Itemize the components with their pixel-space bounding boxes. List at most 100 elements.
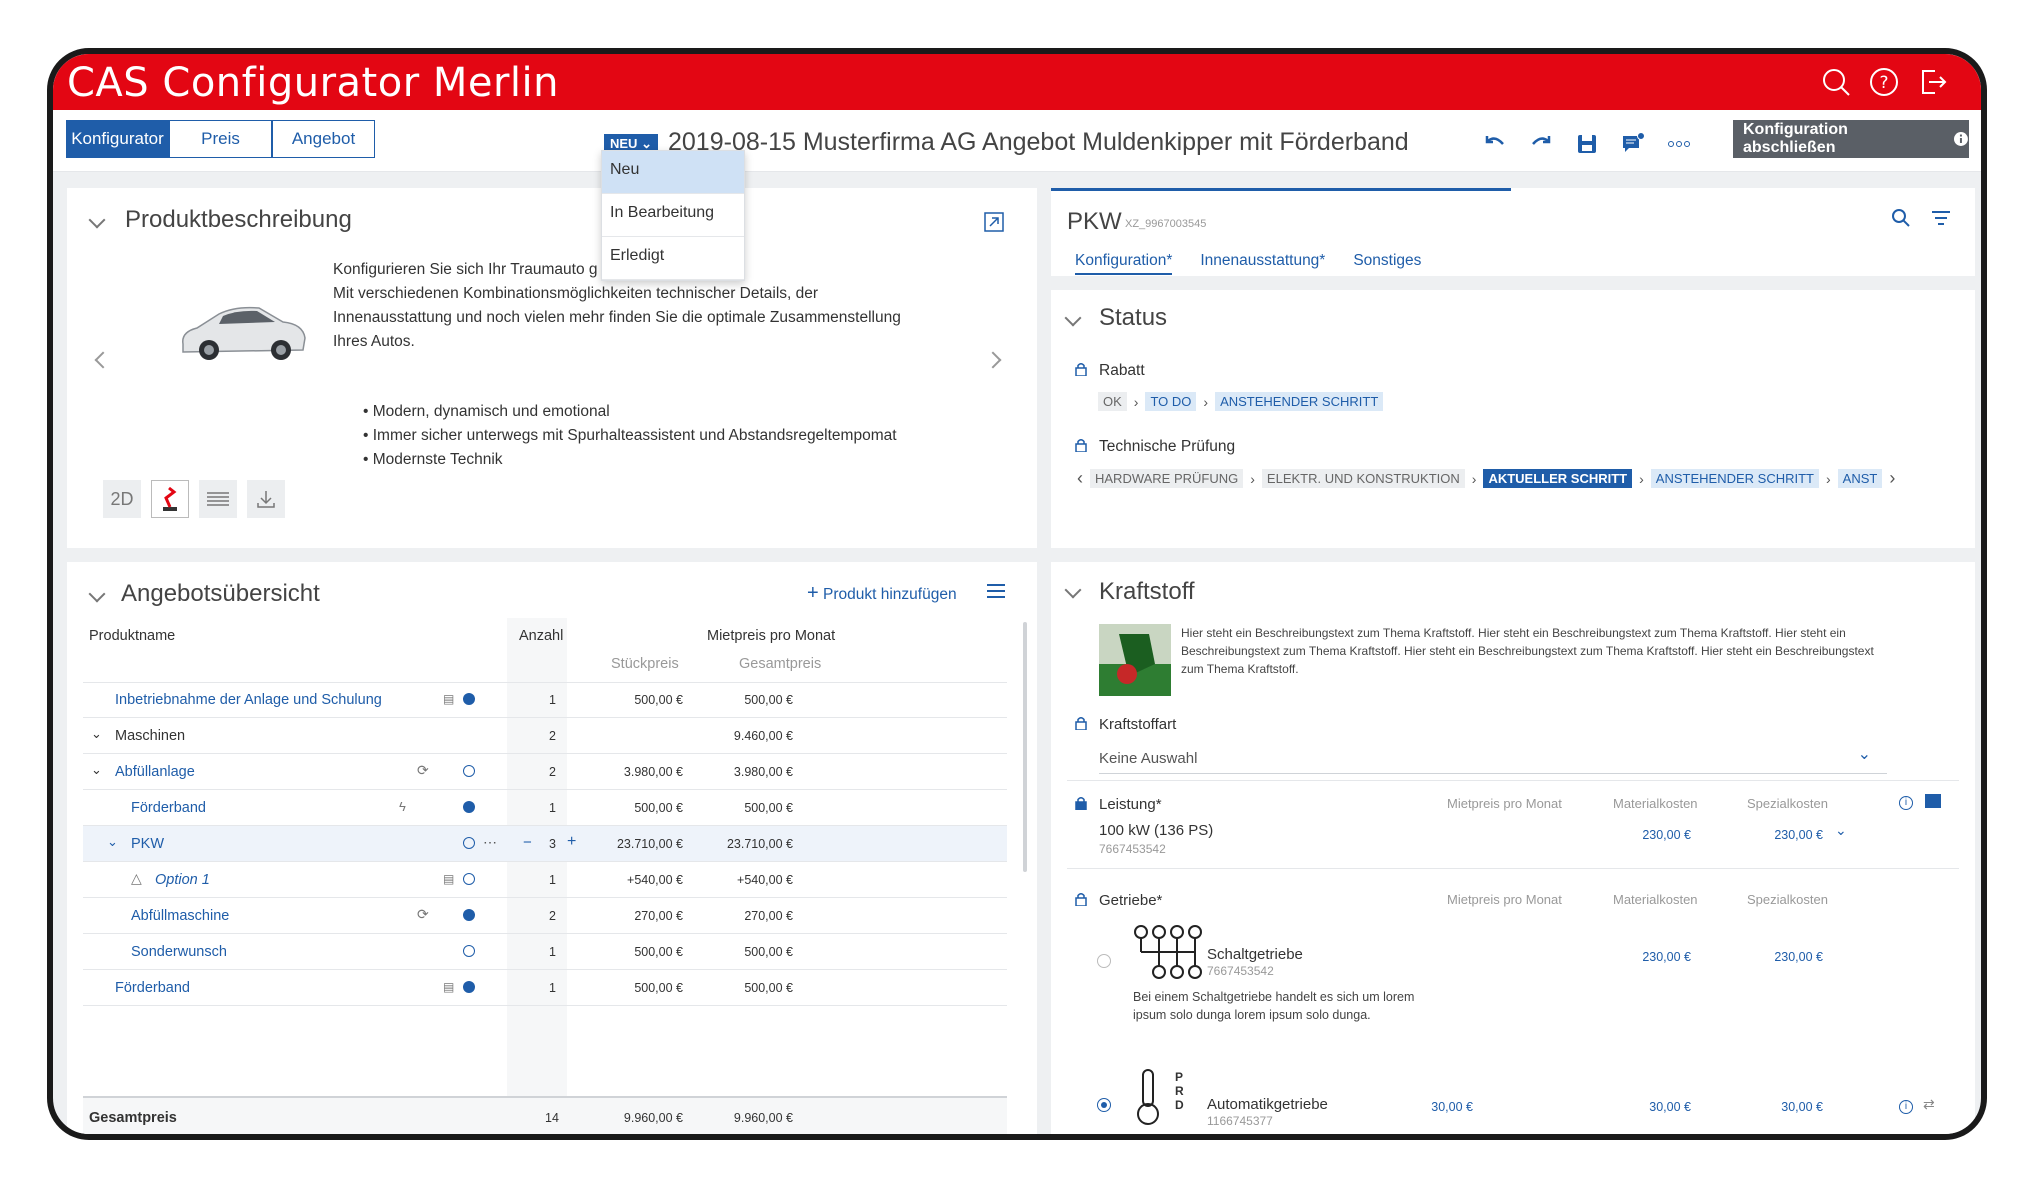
row-name[interactable]: Förderband — [115, 980, 190, 996]
shift-labels: P R D — [1175, 1070, 1184, 1112]
filter-icon[interactable] — [1931, 210, 1951, 226]
total-row: Gesamtpreis 14 9.960,00 € 9.960,00 € — [83, 1096, 1007, 1134]
collapse-chevron-icon[interactable] — [1064, 309, 1082, 327]
row-name[interactable]: Abfüllmaschine — [131, 908, 229, 924]
undo-icon[interactable] — [1483, 132, 1507, 156]
comment-icon[interactable]: ▤ — [443, 872, 454, 886]
chevron-right-icon: › — [1250, 470, 1255, 487]
step-chip[interactable]: ANST — [1837, 469, 1883, 488]
status-option-neu[interactable]: Neu — [602, 151, 744, 194]
step-chip[interactable]: ELEKTR. UND KONSTRUKTION — [1261, 469, 1465, 488]
comment-icon[interactable]: ▤ — [443, 980, 454, 994]
menu-icon[interactable] — [987, 584, 1005, 598]
more-icon[interactable]: ⋯ — [483, 834, 497, 851]
step-chip[interactable]: OK — [1098, 392, 1127, 411]
save-icon[interactable] — [1575, 132, 1599, 156]
table-row[interactable]: Abfüllmaschine ⟳ 2 270,00 € 270,00 € — [83, 898, 1007, 934]
table-row[interactable]: Sonderwunsch 1 500,00 € 500,00 € — [83, 934, 1007, 970]
table-row-selected[interactable]: ⌄ PKW ⋯ − 3 + 23.710,00 € 23.710,00 € — [83, 826, 1007, 862]
collapse-chevron-icon[interactable] — [1064, 581, 1082, 599]
step-chip[interactable]: ANSTEHENDER SCHRITT — [1215, 392, 1384, 411]
radio-schaltgetriebe[interactable] — [1097, 954, 1111, 968]
add-product-button[interactable]: + Produkt hinzufügen — [807, 582, 957, 605]
info-icon[interactable]: i — [1899, 796, 1913, 810]
comments-icon[interactable] — [1621, 132, 1645, 156]
row-name[interactable]: Förderband — [131, 800, 206, 816]
expand-chevron-icon[interactable]: ⌄ — [91, 726, 102, 742]
table-row[interactable]: ⌄ Abfüllanlage ⟳ 2 3.980,00 € 3.980,00 € — [83, 754, 1007, 790]
chevron-down-icon[interactable]: ⌄ — [1835, 822, 1847, 839]
chevron-right-icon: › — [1133, 393, 1139, 410]
chevron-right-icon[interactable]: › — [1889, 468, 1895, 489]
sync-icon[interactable]: ⟳ — [417, 906, 429, 923]
gear-label: Getriebe* — [1099, 892, 1163, 909]
tab-konfigurator[interactable]: Konfigurator — [66, 120, 169, 158]
step-chip[interactable]: HARDWARE PRÜFUNG — [1090, 469, 1244, 488]
product-text-line: Mit verschiedenen Kombinationsmöglichkei… — [333, 285, 819, 302]
fuel-description: Hier steht ein Beschreibungstext zum The… — [1181, 626, 1874, 676]
table-row[interactable]: Förderband ϟ 1 500,00 € 500,00 € — [83, 790, 1007, 826]
tab-angebot[interactable]: Angebot — [272, 120, 375, 158]
info-icon[interactable]: i — [1899, 1100, 1913, 1114]
tab-innenausstattung[interactable]: Innenausstattung* — [1200, 252, 1325, 275]
tab-preis[interactable]: Preis — [169, 120, 272, 158]
step-chip[interactable]: ANSTEHENDER SCHRITT — [1650, 469, 1819, 488]
carousel-prev-icon[interactable] — [94, 351, 112, 369]
finish-configuration-button[interactable]: Konfiguration abschließen — [1733, 120, 1969, 158]
row-name[interactable]: Inbetriebnahme der Anlage und Schulung — [115, 692, 382, 708]
chevron-down-icon: ⌄ — [641, 136, 652, 151]
carousel-next-icon[interactable] — [984, 351, 1002, 369]
table-row[interactable]: Inbetriebnahme der Anlage und Schulung ▤… — [83, 682, 1007, 718]
view-2d-button[interactable]: 2D — [103, 480, 141, 518]
view-3d-button[interactable] — [151, 480, 189, 518]
scrollbar[interactable] — [1023, 622, 1027, 872]
row-anzahl: 2 — [549, 729, 556, 743]
swap-icon[interactable]: ⇄ — [1923, 1096, 1935, 1113]
step-chip[interactable]: TO DO — [1145, 392, 1197, 411]
chevron-left-icon[interactable]: ‹ — [1077, 468, 1083, 489]
expand-icon[interactable] — [984, 212, 1004, 232]
row-anzahl[interactable]: 3 — [549, 837, 556, 851]
download-button[interactable] — [247, 480, 285, 518]
comment-icon[interactable]: ▤ — [443, 692, 454, 706]
row-name[interactable]: Option 1 — [155, 872, 210, 888]
collapse-chevron-icon[interactable] — [88, 211, 106, 229]
row-name[interactable]: PKW — [131, 836, 164, 852]
radio-automatikgetriebe[interactable] — [1097, 1098, 1111, 1112]
status-option-erledigt[interactable]: Erledigt — [602, 237, 744, 280]
view-list-button[interactable] — [199, 480, 237, 518]
status-option-in-bearbeitung[interactable]: In Bearbeitung — [602, 194, 744, 237]
row-stueckpreis: 500,00 € — [634, 693, 683, 707]
increment-button[interactable]: + — [567, 833, 576, 851]
feature-text: Modern, dynamisch und emotional — [372, 403, 610, 420]
step-chip[interactable]: AKTUELLER SCHRITT — [1483, 469, 1633, 488]
expand-chevron-icon[interactable]: ⌄ — [91, 762, 102, 778]
sync-icon[interactable]: ⟳ — [417, 762, 429, 779]
header-materialkosten: Materialkosten — [1613, 892, 1698, 907]
panel-title: Produktbeschreibung — [125, 206, 352, 233]
expand-chevron-icon[interactable]: ⌄ — [107, 834, 118, 850]
table-row[interactable]: △ Option 1 ▤ 1 +540,00 € +540,00 € — [83, 862, 1007, 898]
row-name[interactable]: Sonderwunsch — [131, 944, 227, 960]
comment-icon[interactable] — [1925, 794, 1941, 808]
row-name[interactable]: Abfüllanlage — [115, 764, 195, 780]
row-gesamtpreis: 3.980,00 € — [733, 765, 793, 779]
more-icon[interactable] — [1667, 132, 1691, 156]
logout-icon[interactable] — [1917, 67, 1947, 97]
help-icon[interactable]: ? — [1869, 67, 1899, 97]
tab-sonstiges[interactable]: Sonstiges — [1353, 252, 1421, 275]
search-icon[interactable] — [1891, 208, 1911, 228]
list-icon — [207, 492, 229, 506]
decrement-button[interactable]: − — [523, 834, 532, 851]
redo-icon[interactable] — [1529, 132, 1553, 156]
table-row[interactable]: ⌄ Maschinen 2 9.460,00 € — [83, 718, 1007, 754]
table-row[interactable]: Förderband ▤ 1 500,00 € 500,00 € — [83, 970, 1007, 1006]
tab-konfiguration[interactable]: Konfiguration* — [1075, 252, 1173, 275]
circle-icon — [463, 765, 475, 777]
panel-title: Kraftstoff — [1099, 578, 1195, 605]
fuel-type-select[interactable]: Keine Auswahl ⌄ — [1099, 738, 1887, 774]
feature-text: Immer sicher unterwegs mit Spurhalteassi… — [372, 427, 897, 444]
search-icon[interactable] — [1821, 67, 1851, 97]
collapse-chevron-icon[interactable] — [88, 585, 106, 603]
rabatt-steps: OK › TO DO › ANSTEHENDER SCHRITT — [1095, 392, 1386, 411]
